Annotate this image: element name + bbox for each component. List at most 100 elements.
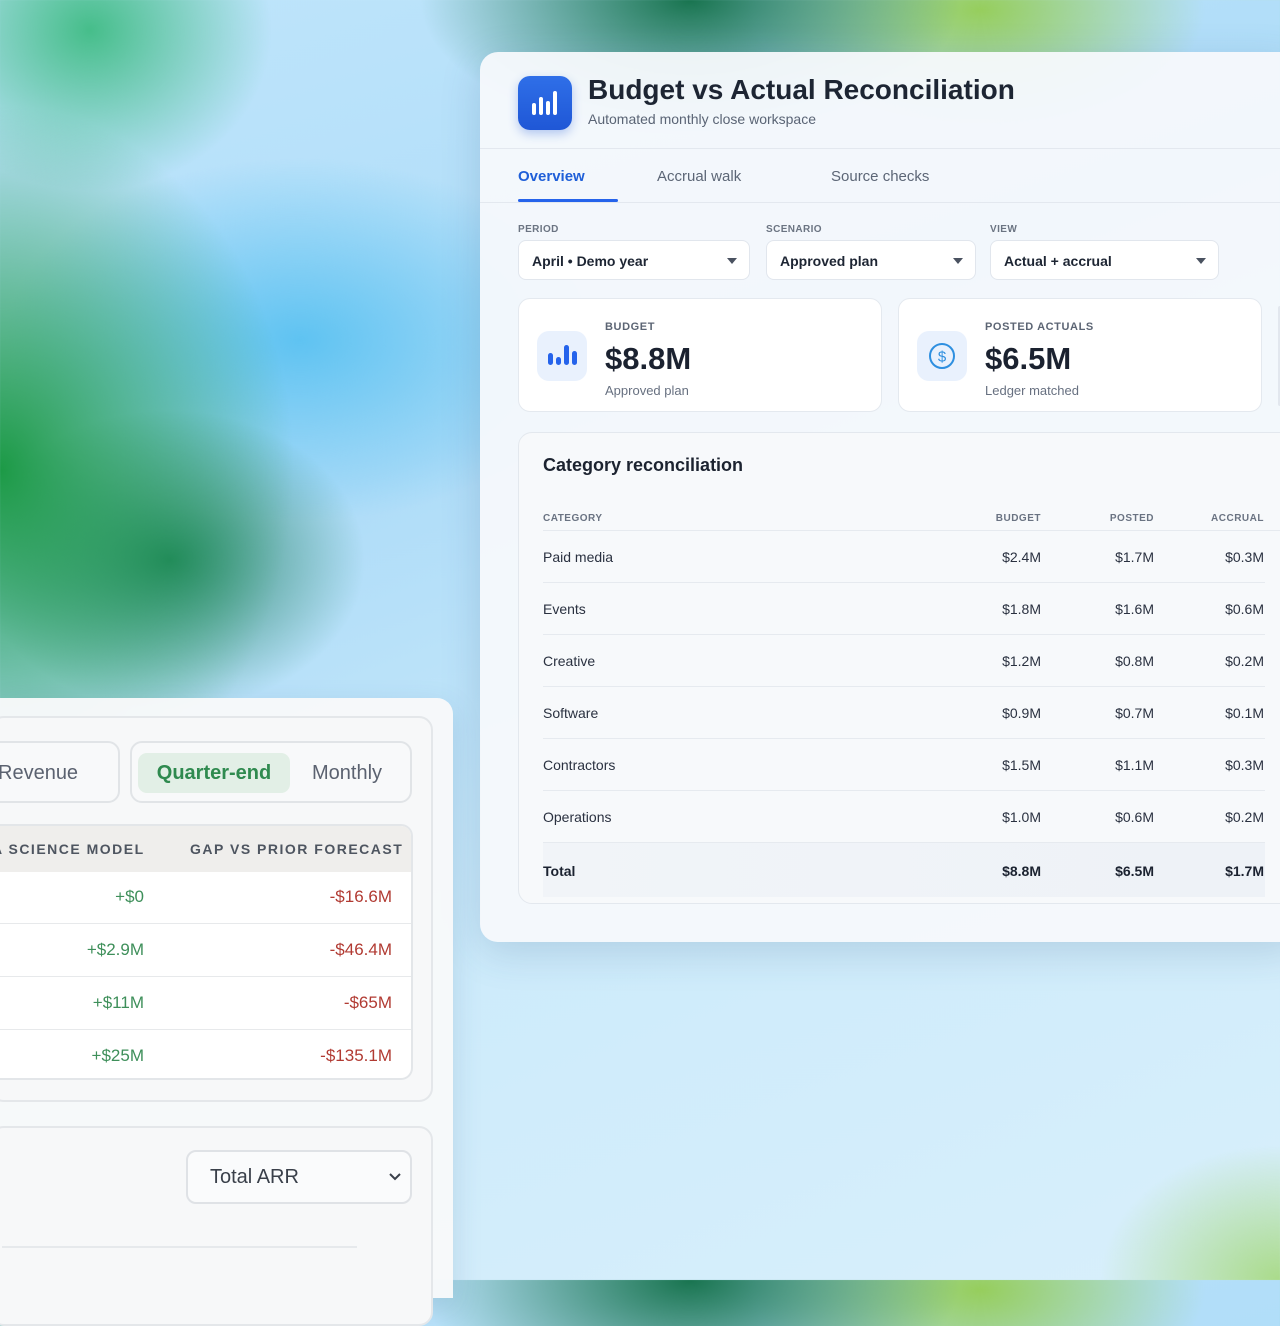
kpi-note: Ledger matched [985, 383, 1079, 398]
column-header-category: CATEGORY [543, 513, 603, 524]
total-accrual-cell: $1.7M [1225, 863, 1264, 879]
accrual-cell: $0.2M [1225, 653, 1264, 669]
segment-quarter-end[interactable]: Quarter-end [138, 753, 290, 793]
section-title: Category reconciliation [543, 455, 744, 475]
scenario-select[interactable]: Approved plan [766, 240, 976, 280]
posted-cell: $1.7M [1115, 549, 1154, 565]
row-divider [0, 923, 411, 924]
table-row[interactable]: +$11M -$65M [0, 978, 411, 1030]
tab-overview[interactable]: Overview [518, 168, 585, 185]
kpi-card-budget: BUDGET $8.8M Approved plan [518, 298, 882, 412]
segment-revenue[interactable]: Revenue [0, 753, 78, 793]
accrual-cell: $0.3M [1225, 549, 1264, 565]
bar-chart-icon [537, 331, 587, 381]
posted-cell: $0.8M [1115, 653, 1154, 669]
gap-cell: -$16.6M [329, 887, 392, 906]
period-select[interactable]: April • Demo year [518, 240, 750, 280]
kpi-label: BUDGET [605, 321, 656, 333]
tab-bar: Overview Accrual walk Source checks [518, 164, 1280, 204]
table-row[interactable]: +$2.9M -$46.4M [0, 925, 411, 977]
forecast-window: Revenue Quarter-end Monthly A SCIENCE MO… [0, 698, 453, 1326]
segment-group-cadence: Quarter-end Monthly [130, 741, 412, 803]
budget-cell: $1.8M [1002, 601, 1041, 617]
budget-cell: $1.0M [1002, 809, 1041, 825]
tabs-divider [480, 202, 1280, 203]
tab-accrual-walk[interactable]: Accrual walk [657, 168, 741, 185]
budget-cell: $0.9M [1002, 705, 1041, 721]
metric-card: Total ARR [0, 1126, 433, 1326]
view-select[interactable]: Actual + accrual [990, 240, 1219, 280]
period-value: April • Demo year [532, 253, 649, 269]
kpi-value: $8.8M [605, 341, 692, 376]
category-cell: Software [543, 705, 599, 721]
column-header-posted: POSTED [1109, 513, 1154, 524]
accrual-cell: $0.2M [1225, 809, 1264, 825]
total-posted-cell: $6.5M [1115, 863, 1154, 879]
category-cell: Creative [543, 653, 596, 669]
table-row[interactable]: Events $1.8M $1.6M $0.6M [543, 583, 1265, 635]
model-delta-cell: +$11M [92, 993, 144, 1012]
kpi-note: Approved plan [605, 383, 689, 398]
table-row[interactable]: Creative $1.2M $0.8M $0.2M [543, 635, 1265, 687]
page-title: Budget vs Actual Reconciliation [588, 74, 1015, 105]
segment-group-metric: Revenue [0, 741, 120, 803]
table-row[interactable]: Contractors $1.5M $1.1M $0.3M [543, 739, 1265, 791]
category-cell: Events [543, 601, 586, 617]
posted-cell: $1.1M [1115, 757, 1154, 773]
scenario-label: SCENARIO [766, 224, 822, 235]
forecast-gap-card: Revenue Quarter-end Monthly A SCIENCE MO… [0, 716, 433, 1102]
table-row[interactable]: +$25M -$135.1M [0, 1031, 411, 1078]
kpi-value: $6.5M [985, 341, 1072, 376]
total-budget-cell: $8.8M [1002, 863, 1041, 879]
category-cell: Contractors [543, 757, 616, 773]
model-delta-cell: +$2.9M [86, 940, 144, 959]
bar-chart-icon [518, 76, 572, 130]
metric-select[interactable]: Total ARR [186, 1150, 412, 1204]
kpi-label: POSTED ACTUALS [985, 321, 1094, 333]
forecast-gap-table: A SCIENCE MODEL GAP VS PRIOR FORECAST +$… [0, 824, 413, 1080]
accrual-cell: $0.3M [1225, 757, 1264, 773]
reconciliation-window: Budget vs Actual Reconciliation Automate… [480, 52, 1280, 942]
table-row[interactable]: +$0 -$16.6M [0, 872, 411, 924]
model-delta-cell: +$0 [115, 887, 144, 906]
caret-down-icon [953, 258, 963, 264]
kpi-card-posted-actuals: $ POSTED ACTUALS $6.5M Ledger matched [898, 298, 1262, 412]
column-header-gap: GAP VS PRIOR FORECAST [190, 841, 404, 857]
table-row[interactable]: Operations $1.0M $0.6M $0.2M [543, 791, 1265, 843]
total-label: Total [543, 863, 576, 879]
gap-cell: -$46.4M [329, 940, 392, 959]
accrual-cell: $0.6M [1225, 601, 1264, 617]
model-delta-cell: +$25M [91, 1046, 144, 1065]
period-label: PERIOD [518, 224, 559, 235]
budget-cell: $1.5M [1002, 757, 1041, 773]
gap-cell: -$135.1M [320, 1046, 392, 1065]
metric-select-value: Total ARR [210, 1166, 299, 1188]
category-cell: Paid media [543, 549, 614, 565]
posted-cell: $0.6M [1115, 809, 1154, 825]
table-header: A SCIENCE MODEL GAP VS PRIOR FORECAST [0, 826, 411, 872]
column-header-accrual: ACCRUAL [1211, 513, 1264, 524]
caret-down-icon [727, 258, 737, 264]
posted-cell: $1.6M [1115, 601, 1154, 617]
svg-text:$: $ [938, 349, 947, 366]
scenario-value: Approved plan [780, 253, 879, 269]
divider [2, 1246, 357, 1248]
tab-source-checks[interactable]: Source checks [831, 168, 929, 185]
segment-monthly[interactable]: Monthly [312, 753, 382, 793]
view-label: VIEW [990, 224, 1018, 235]
page-subtitle: Automated monthly close workspace [588, 111, 816, 127]
column-header-model: A SCIENCE MODEL [0, 841, 145, 857]
category-cell: Operations [543, 809, 612, 825]
budget-cell: $2.4M [1002, 549, 1041, 565]
header-divider [480, 148, 1280, 149]
budget-cell: $1.2M [1002, 653, 1041, 669]
accrual-cell: $0.1M [1225, 705, 1264, 721]
posted-cell: $0.7M [1115, 705, 1154, 721]
column-header-budget: BUDGET [995, 513, 1041, 524]
table-row[interactable]: Software $0.9M $0.7M $0.1M [543, 687, 1265, 739]
dollar-circle-icon: $ [917, 331, 967, 381]
table-row[interactable]: Paid media $2.4M $1.7M $0.3M [543, 531, 1265, 583]
chevron-down-icon [389, 1173, 401, 1181]
row-divider [0, 976, 411, 977]
row-divider [0, 1029, 411, 1030]
